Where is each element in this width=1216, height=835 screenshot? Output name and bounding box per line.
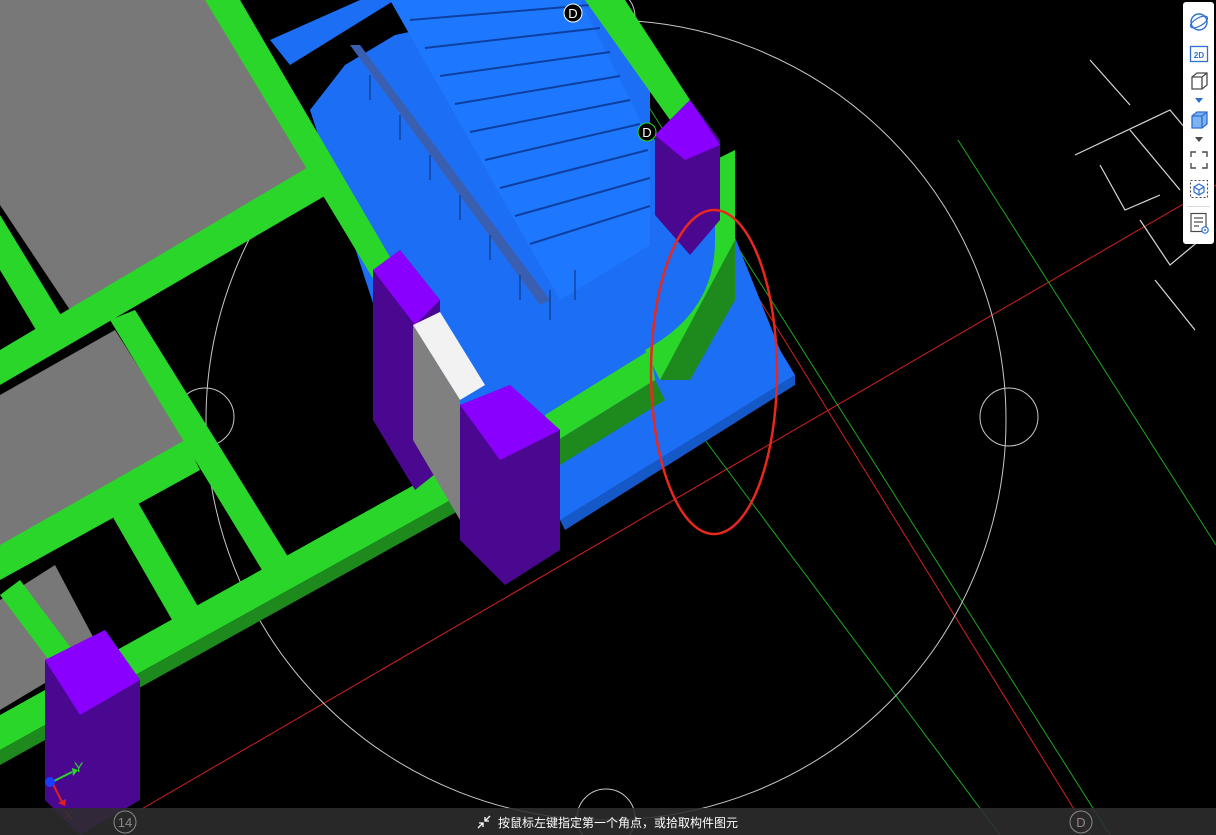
box-outline-icon <box>1190 72 1208 90</box>
grid-marker-top-right: D <box>563 3 583 23</box>
3d-box-dropdown[interactable] <box>1191 96 1206 106</box>
cad-linework <box>1074 59 1201 331</box>
grid-marker-bottom-left: 14 <box>118 815 132 830</box>
orbit-view-button[interactable] <box>1186 10 1211 34</box>
grid-marker-bottom-right: D <box>1076 815 1085 830</box>
model-scene[interactable]: D D Y X <box>0 0 1216 835</box>
2d-view-button[interactable]: 2D <box>1186 42 1211 66</box>
caret-down-icon <box>1194 98 1203 103</box>
grid-line-red-2 <box>734 259 1091 835</box>
beam-diagonal-4 <box>100 480 200 625</box>
3d-box-view-button[interactable] <box>1186 69 1211 93</box>
3d-solid-dropdown[interactable] <box>1191 135 1206 145</box>
fullscreen-icon <box>1189 151 1208 169</box>
z-axis-dot <box>45 777 55 787</box>
grid-marker-upper-right: D <box>637 122 657 142</box>
status-hint: 按鼠标左键指定第一个角点，或拾取构件图元 <box>476 813 738 831</box>
caret-down-icon <box>1194 137 1203 142</box>
svg-text:Y: Y <box>74 759 84 775</box>
properties-button[interactable] <box>1186 211 1211 235</box>
svg-text:D: D <box>642 125 651 140</box>
fit-extent-button[interactable] <box>1186 148 1211 172</box>
2d-icon: 2D <box>1189 45 1208 63</box>
svg-text:D: D <box>568 6 577 21</box>
toolbar-separator <box>1187 206 1210 207</box>
svg-text:2D: 2D <box>1193 51 1203 60</box>
grip-circle-right[interactable] <box>979 387 1039 447</box>
view-toolbar: 2D <box>1183 2 1214 244</box>
3d-canvas[interactable]: D D Y X <box>0 0 1216 835</box>
orbit-icon <box>1189 13 1208 31</box>
select-box-button[interactable] <box>1186 177 1211 201</box>
3d-solid-view-button[interactable] <box>1186 108 1211 132</box>
grid-line-green-2 <box>957 139 1216 546</box>
status-bar: 14 D 按鼠标左键指定第一个角点，或拾取构件图元 <box>0 808 1216 835</box>
grid-line-green-3 <box>689 419 1001 835</box>
list-properties-icon <box>1189 212 1209 234</box>
collapse-arrows-icon <box>477 815 491 829</box>
box-solid-icon <box>1190 111 1208 129</box>
status-hint-text: 按鼠标左键指定第一个角点，或拾取构件图元 <box>498 815 739 830</box>
selection-box-icon <box>1189 179 1208 199</box>
